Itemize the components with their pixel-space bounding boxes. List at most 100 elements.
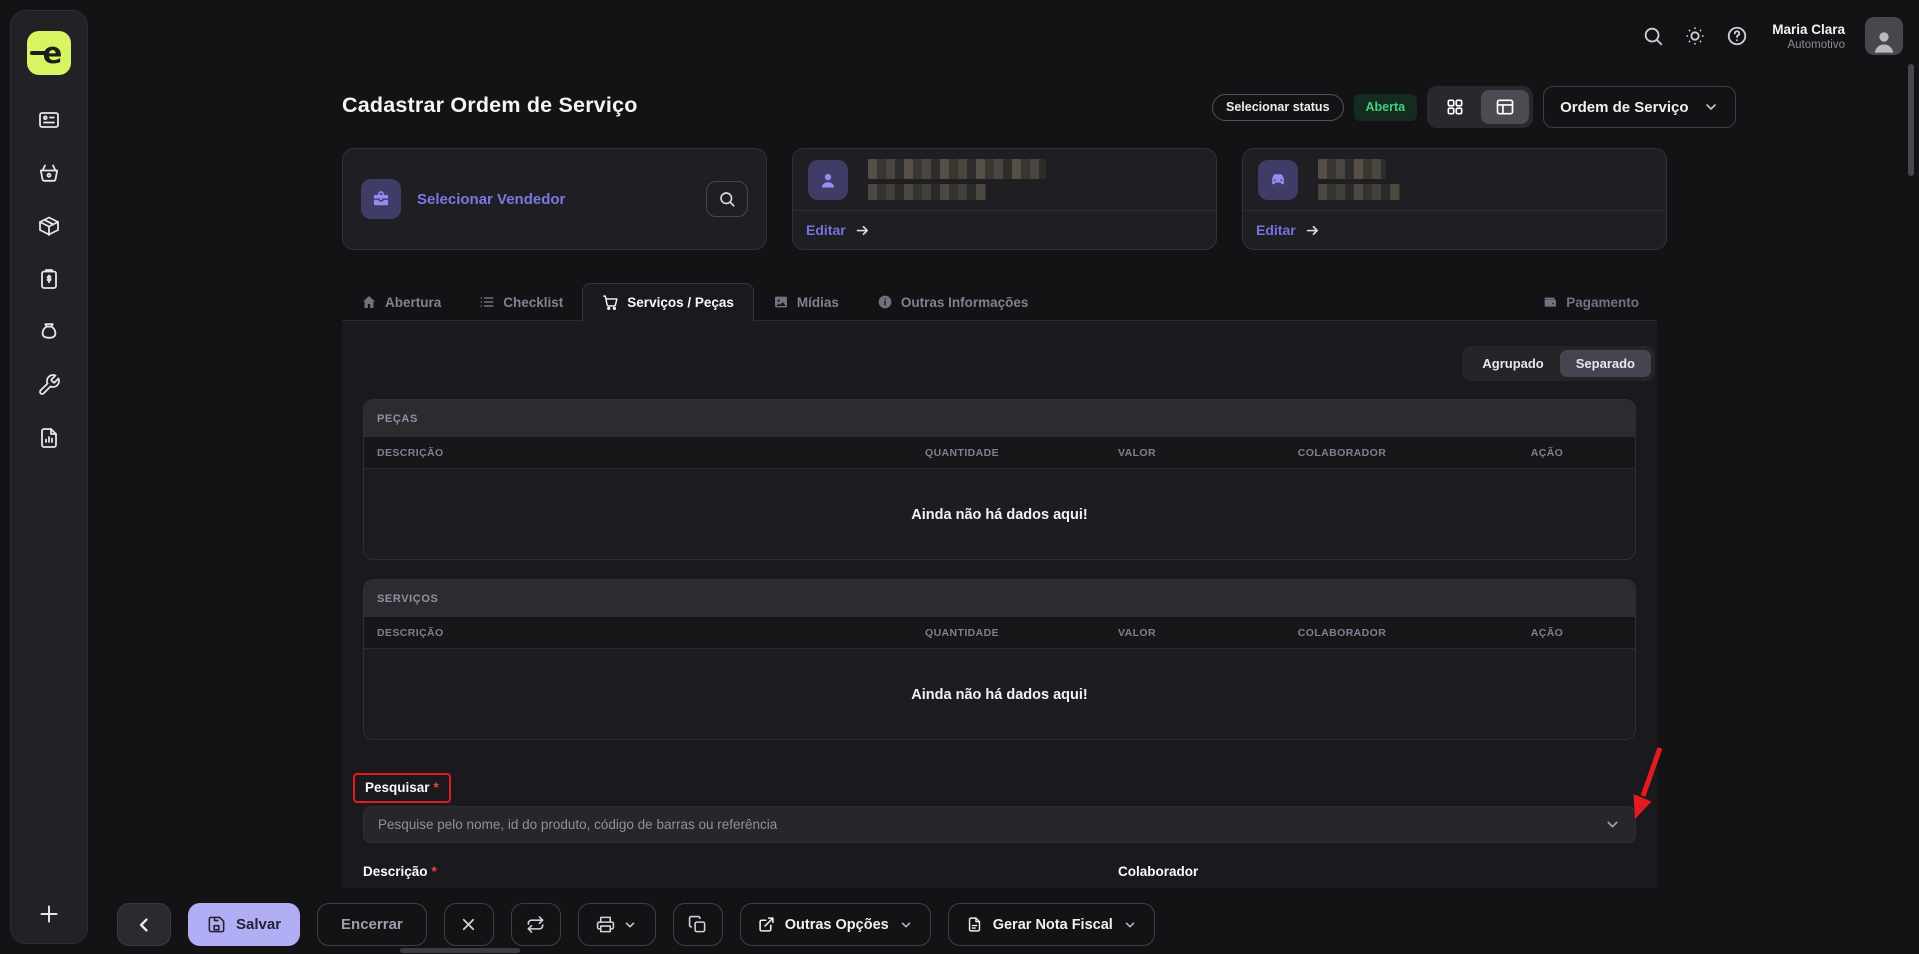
cancel-button[interactable] [444,903,494,946]
x-icon [459,915,478,934]
parts-table-header-row: DESCRIÇÃO QUANTIDADE VALOR COLABORADOR A… [364,437,1635,469]
sidebar-item-budgets[interactable] [37,267,61,291]
services-empty-state: Ainda não há dados aqui! [364,649,1635,740]
app-logo[interactable]: e [27,31,71,75]
redacted-customer-name [868,159,1046,179]
annotation-highlight-box: Pesquisar * [353,773,451,803]
search-icon[interactable] [1642,25,1664,47]
services-table: SERVIÇOS DESCRIÇÃO QUANTIDADE VALOR COLA… [363,579,1636,740]
parts-empty-state: Ainda não há dados aqui! [364,469,1635,560]
page-title: Cadastrar Ordem de Serviço [342,93,638,118]
save-button[interactable]: Salvar [188,903,300,946]
search-icon [718,190,736,208]
other-options-button[interactable]: Outras Opções [740,903,931,946]
vehicle-edit-link[interactable]: Editar [1243,210,1666,249]
entity-type-value: Ordem de Serviço [1560,99,1688,116]
avatar[interactable] [1865,17,1903,55]
print-button[interactable] [578,903,656,946]
column-quantidade: QUANTIDADE [862,447,1062,459]
package-icon [37,214,61,238]
tab-checklist[interactable]: Checklist [460,284,582,320]
tab-servicos-pecas[interactable]: Serviços / Peças [582,283,754,321]
sidebar-add-button[interactable] [36,901,62,927]
column-valor: VALOR [1062,447,1212,459]
chevron-down-icon[interactable] [1604,816,1621,833]
sidebar-item-sales[interactable] [37,161,61,185]
sidebar: e [10,10,88,944]
tab-pagamento[interactable]: Pagamento [1524,284,1657,320]
tab-label: Serviços / Peças [627,295,734,310]
user-role: Automotivo [1772,39,1845,51]
home-icon [361,294,377,310]
duplicate-button[interactable] [673,903,723,946]
tab-midias[interactable]: Mídias [754,284,858,320]
user-name: Maria Clara [1772,22,1845,37]
sidebar-item-reports[interactable] [37,426,61,450]
user-info[interactable]: Maria Clara Automotivo [1772,22,1845,51]
product-search-input[interactable] [378,817,1594,832]
redacted-vehicle-name [1318,159,1386,179]
recurrence-button[interactable] [511,903,561,946]
wallet-icon [1542,294,1558,310]
grouped-button[interactable]: Agrupado [1466,350,1559,377]
generate-invoice-button[interactable]: Gerar Nota Fiscal [948,903,1155,946]
help-icon[interactable] [1726,25,1748,47]
logo-bar [30,51,47,55]
finish-button[interactable]: Encerrar [317,903,427,946]
select-status-pill[interactable]: Selecionar status [1212,94,1344,121]
generate-invoice-label: Gerar Nota Fiscal [993,917,1113,933]
view-mode-toggle [1427,86,1533,128]
tab-label: Abertura [385,295,441,310]
copy-icon [688,915,707,934]
sidebar-item-finance[interactable] [37,320,61,344]
id-card-icon [37,108,61,132]
customer-edit-link[interactable]: Editar [793,210,1216,249]
separated-button[interactable]: Separado [1560,350,1651,377]
budget-clipboard-icon [37,267,61,291]
basket-icon [37,161,61,185]
required-mark: * [432,864,437,879]
tab-label: Pagamento [1566,295,1639,310]
checklist-icon [479,294,495,310]
car-icon [1258,160,1298,200]
select-vendor-link[interactable]: Selecionar Vendedor [417,191,565,208]
vendor-search-button[interactable] [706,181,748,217]
redacted-vehicle-detail [1318,184,1400,200]
entity-type-dropdown[interactable]: Ordem de Serviço [1543,86,1735,128]
external-link-icon [758,916,775,933]
floppy-disk-icon [207,915,226,934]
tab-outras-informacoes[interactable]: Outras Informações [858,284,1048,320]
column-quantidade: QUANTIDADE [862,627,1062,639]
view-grid-button[interactable] [1431,90,1479,124]
services-table-title: SERVIÇOS [364,580,1635,617]
table-layout-icon [1495,97,1515,117]
tab-abertura[interactable]: Abertura [342,284,460,320]
cart-icon [602,294,619,311]
sidebar-item-contacts[interactable] [37,108,61,132]
repeat-icon [526,915,545,934]
column-acao: AÇÃO [1472,447,1622,459]
view-table-button[interactable] [1481,90,1529,124]
back-button[interactable] [117,903,171,946]
tab-label: Outras Informações [901,295,1029,310]
label-text: Colaborador [1118,864,1198,879]
label-text: Descrição [363,864,428,879]
collaborator-field-label: Colaborador [1118,864,1198,879]
chevron-down-icon [1703,99,1719,115]
money-bag-icon [37,320,61,344]
person-icon [808,160,848,200]
theme-toggle-icon[interactable] [1684,25,1706,47]
column-colaborador: COLABORADOR [1212,627,1472,639]
column-descricao: DESCRIÇÃO [377,627,862,639]
horizontal-scrollbar[interactable] [400,948,520,953]
summary-cards: Selecionar Vendedor Editar [342,148,1667,250]
edit-label: Editar [1256,222,1296,238]
bottom-toolbar: Salvar Encerrar Outras Opções Gerar Nota… [117,903,1155,946]
sidebar-item-products[interactable] [37,214,61,238]
printer-icon [596,915,615,934]
customer-card: Editar [792,148,1217,250]
vertical-scrollbar[interactable] [1908,64,1914,176]
tab-label: Checklist [503,295,563,310]
person-silhouette-icon [1869,27,1899,55]
sidebar-item-services[interactable] [37,373,61,397]
